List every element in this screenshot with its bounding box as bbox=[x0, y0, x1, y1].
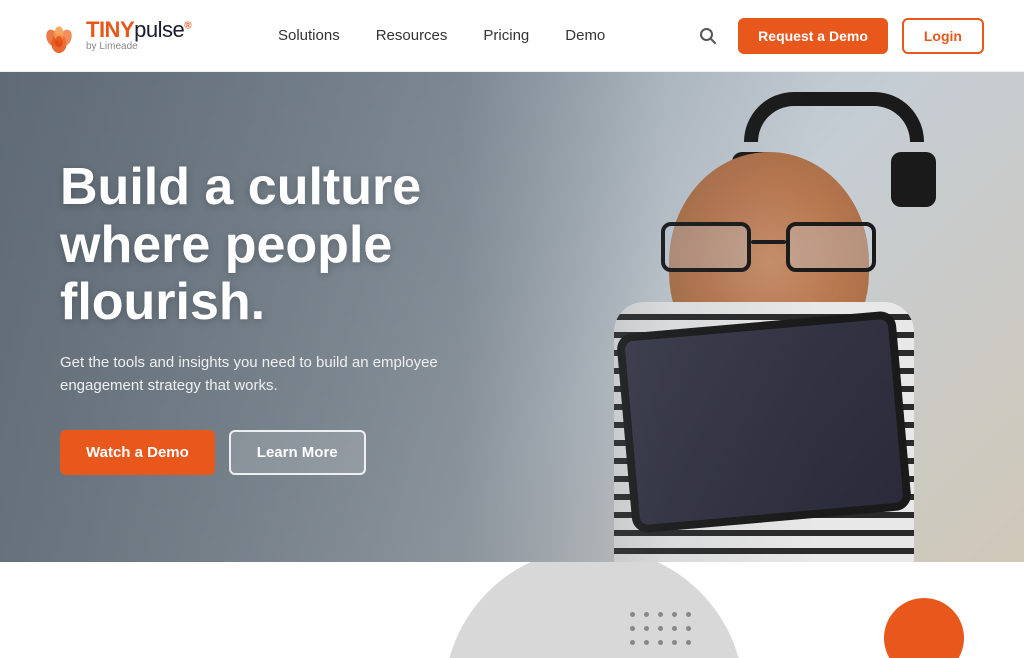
logo-trademark: ® bbox=[184, 21, 191, 32]
nav-solutions[interactable]: Solutions bbox=[278, 27, 340, 44]
logo-sub: by Limeade bbox=[86, 42, 191, 52]
hero-heading: Build a culture where people flourish. bbox=[60, 159, 540, 331]
nav-resources[interactable]: Resources bbox=[376, 27, 448, 44]
logo-text: TINYpulse® by Limeade bbox=[86, 19, 191, 52]
nav-links: Solutions Resources Pricing Demo bbox=[278, 27, 605, 44]
logo-pulse: pulse bbox=[134, 17, 184, 42]
logo-tiny: TINY bbox=[86, 17, 134, 42]
nav-pricing[interactable]: Pricing bbox=[483, 27, 529, 44]
gray-semicircle-decoration bbox=[444, 562, 744, 658]
search-icon bbox=[698, 26, 718, 46]
hero-content: Build a culture where people flourish. G… bbox=[0, 72, 600, 562]
nav-actions: Request a Demo Login bbox=[692, 18, 984, 54]
search-button[interactable] bbox=[692, 20, 724, 52]
logo[interactable]: TINYpulse® by Limeade bbox=[40, 17, 191, 55]
logo-icon bbox=[40, 17, 78, 55]
watch-demo-button[interactable]: Watch a Demo bbox=[60, 430, 215, 475]
hero-buttons: Watch a Demo Learn More bbox=[60, 430, 540, 475]
hero-subtext: Get the tools and insights you need to b… bbox=[60, 351, 500, 398]
navbar: TINYpulse® by Limeade Solutions Resource… bbox=[0, 0, 1024, 72]
below-hero bbox=[0, 562, 1024, 658]
request-demo-button[interactable]: Request a Demo bbox=[738, 18, 888, 54]
logo-brand: TINYpulse® bbox=[86, 19, 191, 41]
learn-more-button[interactable]: Learn More bbox=[229, 430, 366, 475]
orange-circle-decoration bbox=[884, 598, 964, 658]
hero-section: Build a culture where people flourish. G… bbox=[0, 72, 1024, 562]
nav-demo[interactable]: Demo bbox=[565, 27, 605, 44]
dots-decoration bbox=[630, 612, 694, 648]
login-button[interactable]: Login bbox=[902, 18, 984, 54]
